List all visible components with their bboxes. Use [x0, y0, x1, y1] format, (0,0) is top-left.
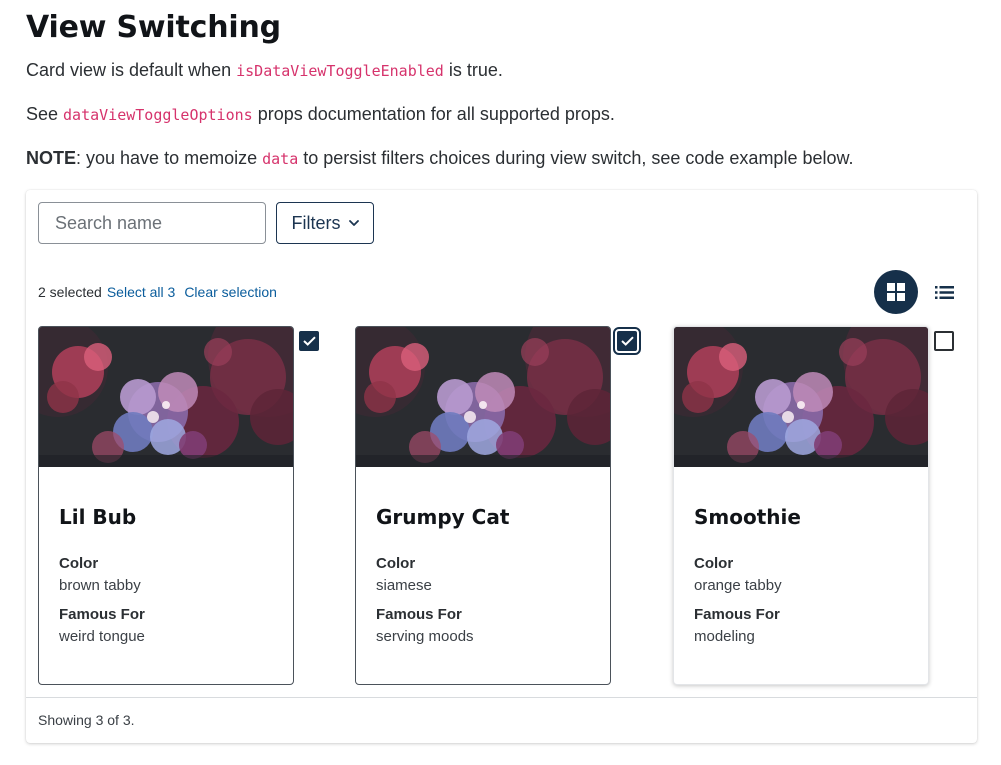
note-code: data	[262, 150, 299, 168]
props-text: See	[26, 104, 64, 124]
grid-view-toggle[interactable]	[874, 270, 918, 314]
intro-code: isDataViewToggleEnabled	[236, 62, 444, 80]
props-text-end: props documentation for all supported pr…	[252, 104, 615, 124]
card-title: Smoothie	[694, 505, 801, 529]
color-label: Color	[694, 555, 734, 572]
famous-for-value: serving moods	[376, 628, 474, 645]
card-checkbox-lil-bub[interactable]	[299, 331, 319, 351]
card-image	[356, 327, 610, 467]
selection-bar: 2 selected Select all 3 Clear selection	[38, 284, 277, 300]
note-label: NOTE	[26, 148, 77, 168]
intro-paragraph: Card view is default when isDataViewTogg…	[26, 60, 503, 81]
intro-text-end: is true.	[443, 60, 503, 80]
color-value: brown tabby	[59, 577, 141, 594]
color-value: orange tabby	[694, 577, 782, 594]
page: View Switching Card view is default when…	[0, 0, 1001, 765]
grid-icon	[887, 283, 905, 301]
famous-for-label: Famous For	[694, 606, 780, 623]
footer-divider	[26, 697, 977, 698]
note-text-end: to persist filters choices during view s…	[298, 148, 854, 168]
famous-for-label: Famous For	[376, 606, 462, 623]
card-image	[39, 327, 293, 467]
card-checkbox-grumpy-cat[interactable]	[613, 327, 641, 355]
chevron-down-icon	[348, 219, 359, 226]
props-code: dataViewToggleOptions	[63, 106, 253, 124]
card-checkbox-smoothie[interactable]	[934, 331, 954, 351]
color-label: Color	[376, 555, 416, 572]
search-input[interactable]	[38, 202, 266, 244]
note-paragraph: NOTE: you have to memoize data to persis…	[26, 148, 854, 169]
list-view-toggle[interactable]	[930, 282, 958, 302]
famous-for-value: weird tongue	[59, 628, 145, 645]
note-text: : you have to memoize	[76, 148, 263, 168]
intro-text: Card view is default when	[26, 60, 237, 80]
card-smoothie[interactable]: Smoothie Color orange tabby Famous For m…	[673, 326, 929, 685]
card-image	[674, 327, 928, 467]
results-count: Showing 3 of 3.	[38, 712, 135, 728]
selected-count: 2 selected	[38, 284, 102, 300]
check-icon	[302, 336, 316, 346]
list-icon	[934, 285, 954, 299]
clear-selection-link[interactable]: Clear selection	[184, 284, 277, 300]
color-label: Color	[59, 555, 99, 572]
page-title: View Switching	[26, 10, 281, 45]
props-paragraph: See dataViewToggleOptions props document…	[26, 104, 615, 125]
color-value: siamese	[376, 577, 432, 594]
select-all-link[interactable]: Select all 3	[107, 284, 175, 300]
data-view-panel: Filters 2 selected Select all 3 Clear se…	[26, 190, 977, 743]
famous-for-value: modeling	[694, 628, 755, 645]
card-grumpy-cat[interactable]: Grumpy Cat Color siamese Famous For serv…	[355, 326, 611, 685]
card-title: Grumpy Cat	[376, 505, 510, 529]
filters-label: Filters	[291, 212, 341, 233]
card-title: Lil Bub	[59, 505, 137, 529]
filters-button[interactable]: Filters	[276, 202, 374, 244]
card-lil-bub[interactable]: Lil Bub Color brown tabby Famous For wei…	[38, 326, 294, 685]
famous-for-label: Famous For	[59, 606, 145, 623]
check-icon	[620, 336, 634, 346]
